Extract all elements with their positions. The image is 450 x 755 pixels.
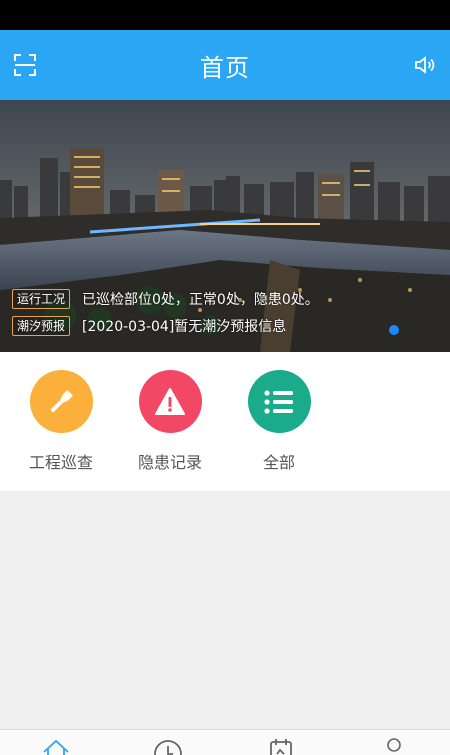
- warning-icon[interactable]: [138, 370, 202, 433]
- menu-inspection[interactable]: 工程巡查: [6, 370, 116, 473]
- ticker-status: 运行工况 已巡检部位0处，正常0处，隐患0处。: [12, 289, 319, 309]
- menu-label: 工程巡查: [28, 453, 93, 472]
- menu-hazard-record[interactable]: 隐患记录: [115, 370, 225, 473]
- banner-carousel[interactable]: 运行工况 已巡检部位0处，正常0处，隐患0处。 潮汐预报 [2020-03-04…: [0, 100, 450, 352]
- profile-icon[interactable]: [377, 738, 411, 755]
- bottom-tab-bar: [0, 729, 450, 755]
- speaker-icon[interactable]: [412, 52, 438, 78]
- ticker-tag: 运行工况: [12, 289, 71, 309]
- home-icon[interactable]: [39, 738, 73, 755]
- ticker-tag: 潮汐预报: [12, 316, 71, 336]
- calendar-icon[interactable]: [264, 738, 298, 755]
- list-icon[interactable]: [247, 370, 311, 433]
- scan-icon[interactable]: [12, 52, 38, 78]
- ticker-tide: 潮汐预报 [2020-03-04]暂无潮汐预报信息: [12, 316, 286, 336]
- status-bar: [0, 0, 450, 30]
- ticker-message: [2020-03-04]暂无潮汐预报信息: [82, 319, 287, 335]
- city-night-image: [0, 100, 450, 352]
- menu-all[interactable]: 全部: [224, 370, 334, 473]
- ticker-message: 已巡检部位0处，正常0处，隐患0处。: [82, 292, 319, 308]
- function-menu: 工程巡查 隐患记录 全部: [0, 352, 450, 491]
- flashlight-icon[interactable]: [29, 370, 93, 433]
- app-header: 首页: [0, 30, 450, 100]
- menu-label: 隐患记录: [137, 453, 202, 472]
- page-title: 首页: [200, 53, 250, 82]
- clock-icon[interactable]: [151, 738, 185, 755]
- carousel-indicator[interactable]: [389, 325, 399, 335]
- menu-label: 全部: [262, 453, 295, 472]
